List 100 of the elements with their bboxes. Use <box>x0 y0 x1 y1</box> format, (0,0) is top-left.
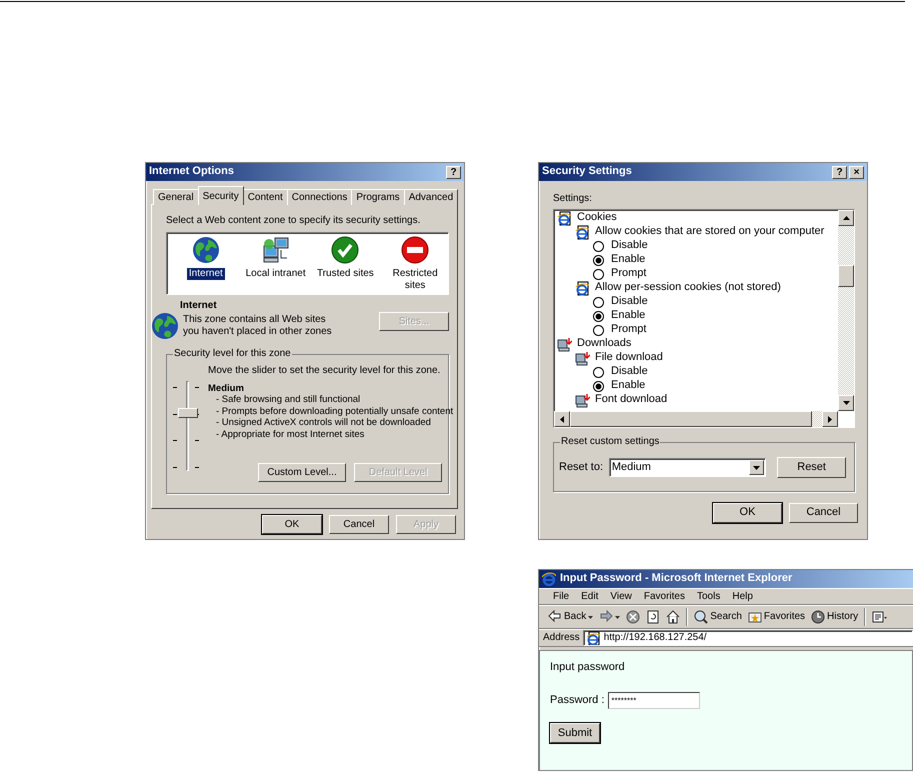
vertical-scrollbar[interactable] <box>838 210 854 411</box>
setting-label: File download <box>595 351 663 365</box>
option-label: Enable <box>611 309 646 323</box>
dropdown[interactable]: Medium <box>608 458 766 477</box>
ok-button[interactable]: OK <box>262 515 322 534</box>
menu-item[interactable]: File <box>547 590 576 602</box>
menu-item[interactable]: View <box>604 590 638 602</box>
scroll-left-button[interactable] <box>554 411 570 427</box>
setting-label: Font download <box>595 393 668 407</box>
address-field[interactable]: http://192.168.127.254/ <box>582 630 913 646</box>
zone-item[interactable]: Restricted sites <box>382 236 448 294</box>
field-label: Password : <box>550 694 604 708</box>
right-arrow-icon <box>828 416 832 422</box>
option-label: Disable <box>611 295 648 309</box>
cancel-button[interactable]: Cancel <box>329 515 389 534</box>
tab[interactable]: Content <box>242 189 288 205</box>
level-name: Medium <box>208 383 245 394</box>
search-icon <box>694 610 708 624</box>
level-description: - Appropriate for most Internet sites <box>215 428 366 440</box>
close-button[interactable]: × <box>849 166 864 178</box>
scroll-up-button[interactable] <box>838 210 854 226</box>
menu-item[interactable]: Tools <box>690 590 726 602</box>
level-description: - Prompts before downloading potentially unsafe content <box>215 406 454 418</box>
scroll-down-button[interactable] <box>838 395 854 411</box>
setting-label: Allow cookies that are stored on your computer <box>595 225 824 239</box>
browser-logo-icon <box>542 572 556 586</box>
download-icon <box>557 336 572 352</box>
radio-button[interactable] <box>593 254 604 266</box>
left-arrow-icon <box>560 416 564 422</box>
option-label: Enable <box>611 253 646 267</box>
zone-name: Internet <box>180 300 218 312</box>
custom-level-button[interactable]: Custom Level... <box>258 463 346 482</box>
tab[interactable]: Security <box>198 186 244 205</box>
window-title: Internet Options <box>149 165 234 179</box>
address-label: Address <box>543 632 580 644</box>
zone-item[interactable]: Internet <box>173 236 239 294</box>
download-icon <box>575 350 590 366</box>
scroll-thumb[interactable] <box>838 265 854 287</box>
help-button[interactable]: ? <box>832 166 847 178</box>
cancel-button[interactable]: Cancel <box>789 503 858 523</box>
radio-button[interactable] <box>593 366 604 378</box>
password-field[interactable]: ******** <box>608 692 700 710</box>
globe-icon <box>151 312 179 340</box>
zone-item[interactable]: Trusted sites <box>312 236 378 294</box>
caret-icon <box>753 466 760 470</box>
option-label: Prompt <box>611 323 646 337</box>
tab[interactable]: General <box>153 189 199 205</box>
no-entry-icon <box>401 236 430 264</box>
page-icon <box>575 280 590 296</box>
instruction-text: Select a Web content zone to specify its security settings. <box>166 215 422 227</box>
tab[interactable]: Connections <box>286 189 352 205</box>
scroll-right-button[interactable] <box>822 411 838 427</box>
group-label: Reset custom settings <box>560 436 660 448</box>
back-button[interactable]: Back <box>545 610 596 624</box>
submit-button[interactable]: Submit <box>550 723 600 744</box>
caret-icon <box>588 616 594 618</box>
slider-thumb[interactable] <box>178 408 198 418</box>
search-button[interactable]: Search <box>691 610 745 624</box>
down-arrow-icon <box>842 401 850 405</box>
level-description: - Unsigned ActiveX controls will not be downloaded <box>215 417 432 429</box>
caret-icon <box>615 616 620 618</box>
option-label: Disable <box>611 239 648 253</box>
radio-button[interactable] <box>593 310 604 322</box>
help-button[interactable]: ? <box>446 166 461 178</box>
category-label: Cookies <box>577 211 617 225</box>
category-label: Downloads <box>577 337 632 351</box>
radio-button[interactable] <box>593 268 604 280</box>
radio-button[interactable] <box>593 240 604 252</box>
refresh-icon <box>646 610 660 624</box>
slider-hint: Move the slider to set the security level for this zone. <box>208 365 442 377</box>
reset-button[interactable]: Reset <box>777 457 846 478</box>
radio-button[interactable] <box>593 296 604 308</box>
level-description: - Safe browsing and still functional <box>215 394 362 406</box>
history-button[interactable]: History <box>808 610 862 624</box>
radio-button[interactable] <box>593 380 604 392</box>
option-label: Prompt <box>611 267 646 281</box>
menu-item[interactable]: Help <box>726 590 759 602</box>
page-heading: Input password <box>550 661 626 674</box>
forward-arrow-icon <box>599 610 614 624</box>
tab[interactable]: Advanced <box>404 189 458 205</box>
download-icon <box>575 392 590 408</box>
group-label: Security level for this zone <box>173 348 292 360</box>
radio-button[interactable] <box>593 324 604 336</box>
stop-icon <box>626 610 640 624</box>
zone-item[interactable]: Local intranet <box>242 236 308 294</box>
back-arrow-icon <box>548 610 562 624</box>
clock-icon <box>811 610 826 624</box>
zone-description: This zone contains all Web sites you haven't placed in other zones <box>183 314 333 338</box>
field-label: Reset to: <box>559 460 604 474</box>
menu-item[interactable]: Edit <box>575 590 604 602</box>
option-label: Enable <box>611 379 646 393</box>
setting-label: Allow per-session cookies (not stored) <box>595 281 781 295</box>
favorites-button[interactable]: Favorites <box>744 610 808 624</box>
ok-button[interactable]: OK <box>713 503 782 523</box>
page-icon <box>575 224 590 240</box>
up-arrow-icon <box>842 216 850 220</box>
document-icon <box>872 610 888 624</box>
menu-item[interactable]: Favorites <box>638 590 691 602</box>
home-icon <box>666 610 680 624</box>
tab[interactable]: Programs <box>351 189 405 205</box>
